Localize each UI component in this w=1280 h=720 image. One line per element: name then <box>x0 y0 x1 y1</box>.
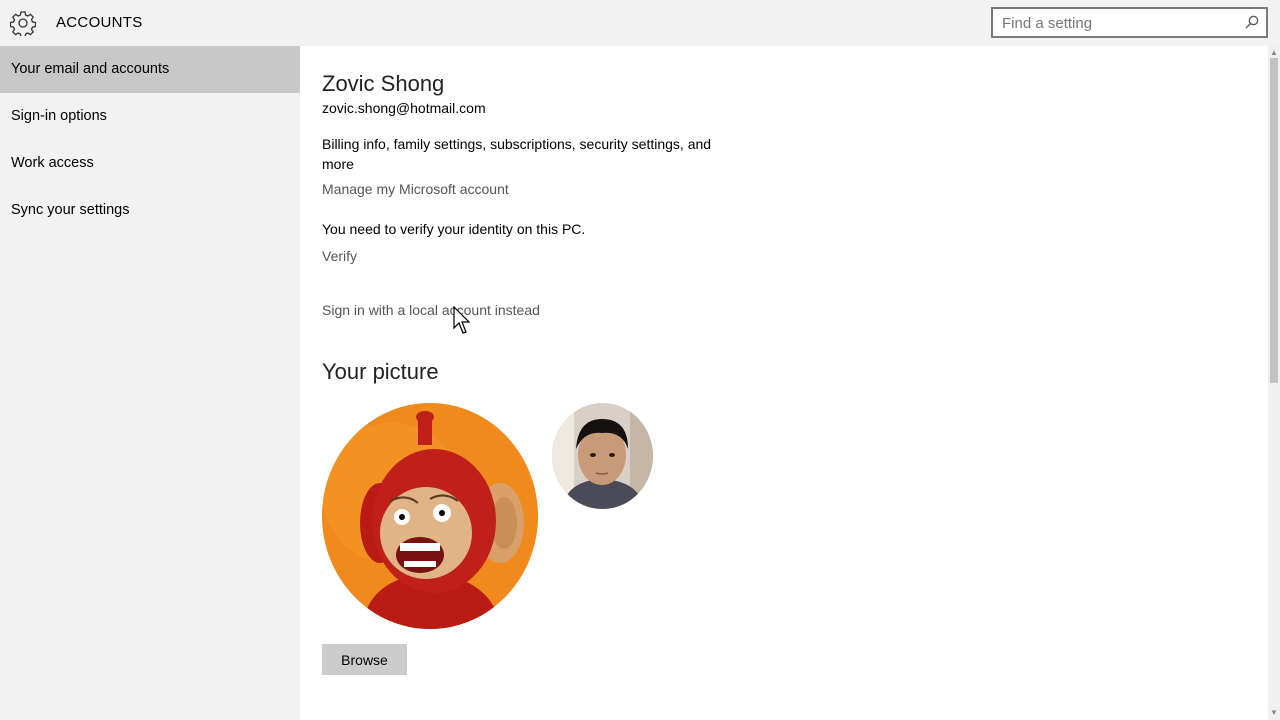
billing-description: Billing info, family settings, subscript… <box>322 136 712 172</box>
content-scrollbar[interactable]: ▲ ▼ <box>1268 46 1280 720</box>
sidebar-item-email-accounts[interactable]: Your email and accounts <box>0 46 300 93</box>
sidebar-item-sign-in-options[interactable]: Sign-in options <box>0 93 300 140</box>
search-box[interactable] <box>991 7 1268 38</box>
search-icon[interactable] <box>1244 14 1260 30</box>
account-email: zovic.shong@hotmail.com <box>322 100 486 116</box>
header: ACCOUNTS <box>0 0 1280 46</box>
browse-button[interactable]: Browse <box>322 644 407 675</box>
recent-avatar-image[interactable] <box>552 403 653 509</box>
sidebar-item-sync-settings[interactable]: Sync your settings <box>0 187 300 234</box>
content-pane: Zovic Shong zovic.shong@hotmail.com Bill… <box>300 46 1268 720</box>
local-account-link[interactable]: Sign in with a local account instead <box>322 302 540 318</box>
sidebar: Your email and accounts Sign-in options … <box>0 46 300 720</box>
account-name: Zovic Shong <box>322 71 445 96</box>
verify-link[interactable]: Verify <box>322 248 357 264</box>
sidebar-item-work-access[interactable]: Work access <box>0 140 300 187</box>
page-title: ACCOUNTS <box>56 14 143 31</box>
scroll-down-icon[interactable]: ▼ <box>1268 708 1280 718</box>
mouse-cursor-icon <box>453 306 471 334</box>
verify-message: You need to verify your identity on this… <box>322 221 586 237</box>
gear-icon <box>10 11 36 36</box>
search-input[interactable] <box>1002 13 1232 33</box>
scrollbar-thumb[interactable] <box>1270 58 1278 383</box>
picture-section-title: Your picture <box>322 359 439 384</box>
current-avatar-image <box>322 403 538 629</box>
scroll-up-icon[interactable]: ▲ <box>1268 48 1280 58</box>
manage-account-link[interactable]: Manage my Microsoft account <box>322 181 509 197</box>
